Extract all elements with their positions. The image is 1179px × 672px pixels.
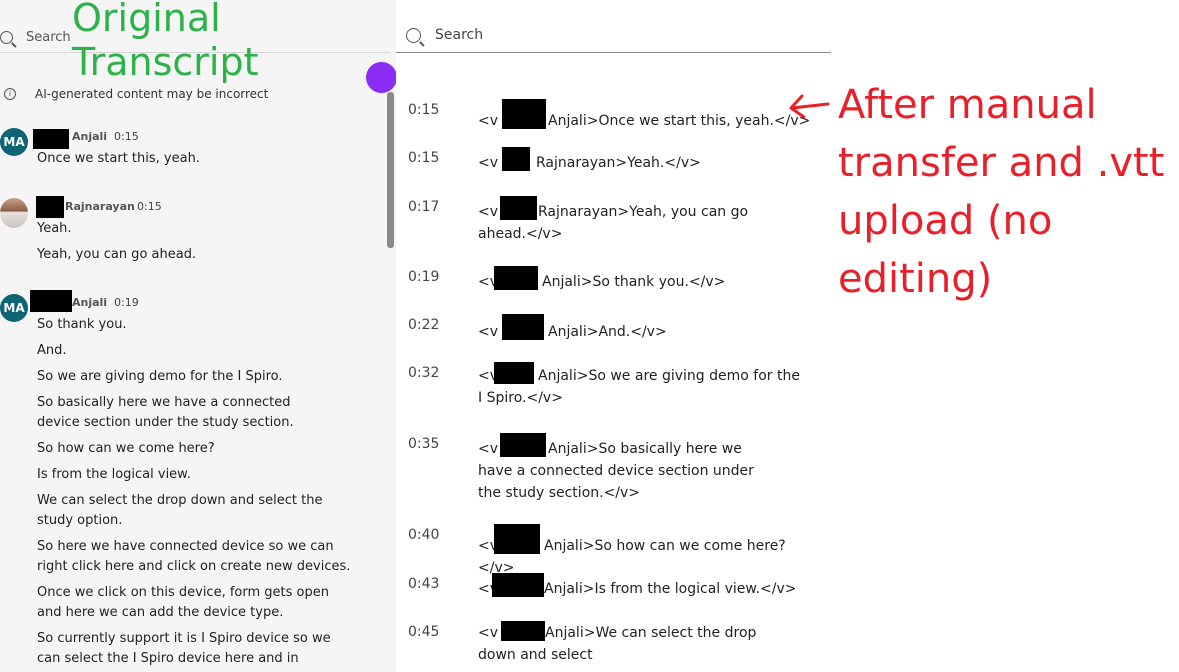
transcript-line: We can select the drop down and select t… bbox=[37, 493, 323, 528]
avatar: MA bbox=[0, 294, 28, 322]
redaction-box bbox=[494, 362, 535, 384]
transcript-line: So thank you. bbox=[37, 317, 127, 332]
transcript-line: Once we click on this device, form gets … bbox=[37, 585, 329, 620]
cue-time: 0:43 bbox=[408, 576, 440, 592]
transcript-line: Yeah, you can go ahead. bbox=[37, 247, 197, 262]
redaction-box bbox=[494, 524, 541, 554]
speaker-name: Rajnarayan bbox=[65, 200, 135, 213]
cue-prefix: <v bbox=[478, 113, 499, 129]
original-transcript-title: Original Transcript bbox=[72, 0, 259, 84]
cue-time: 0:32 bbox=[408, 365, 440, 381]
transcript-line: Yeah. bbox=[37, 221, 72, 236]
redaction-box bbox=[30, 290, 72, 312]
cue-text: <v Anjali>So we are giving demo for the I… bbox=[478, 362, 808, 409]
cue-body: Anjali>Once we start this, yeah.</v> bbox=[548, 113, 811, 129]
redaction-box bbox=[502, 147, 531, 171]
avatar: MA bbox=[0, 128, 28, 156]
cue-text: <v Rajnarayan>Yeah.</v> bbox=[478, 147, 818, 174]
redaction-box bbox=[500, 433, 547, 457]
cue-time: 0:35 bbox=[408, 436, 440, 452]
redaction-box bbox=[502, 314, 545, 340]
search-icon bbox=[0, 31, 13, 44]
after-upload-annotation: After manual transfer and .vtt upload (n… bbox=[838, 82, 1165, 302]
redaction-box bbox=[494, 266, 539, 290]
cue-time: 0:45 bbox=[408, 624, 440, 640]
transcript-line: Once we start this, yeah. bbox=[37, 151, 200, 166]
cue-text: <v Anjali>So how can we come here?</v> bbox=[478, 524, 818, 579]
cue-text: <v Anjali>We can select the drop down and… bbox=[478, 621, 798, 666]
cue-prefix: <v bbox=[478, 324, 499, 340]
transcript-line: Is from the logical view. bbox=[37, 467, 191, 482]
cue-body: Anjali>So thank you.</v> bbox=[542, 274, 726, 290]
original-transcript-panel: Search i AI-generated content may be inc… bbox=[0, 0, 396, 672]
cue-time: 0:22 bbox=[408, 317, 440, 333]
timestamp: 0:19 bbox=[114, 296, 139, 309]
transcript-line: So we are giving demo for the I Spiro. bbox=[37, 369, 283, 384]
cue-time: 0:19 bbox=[408, 269, 440, 285]
avatar bbox=[0, 198, 28, 228]
ai-notice-text: AI-generated content may be incorrect bbox=[35, 87, 269, 101]
transcript-line: And. bbox=[37, 343, 67, 358]
search-icon bbox=[406, 28, 421, 43]
right-search-bar[interactable]: Search bbox=[396, 22, 831, 53]
cue-time: 0:15 bbox=[408, 150, 440, 166]
cue-body: Anjali>And.</v> bbox=[548, 324, 667, 340]
transcript-line: So currently support it is I Spiro devic… bbox=[37, 631, 331, 672]
scrollbar[interactable] bbox=[387, 92, 394, 248]
redaction-box bbox=[36, 196, 64, 218]
redaction-box bbox=[501, 621, 546, 641]
cue-text: <v Anjali>Once we start this, yeah.</v> bbox=[478, 99, 818, 132]
cue-text: <v Anjali>And.</v> bbox=[478, 314, 818, 343]
cue-prefix: <v bbox=[478, 625, 499, 641]
redaction-box bbox=[502, 99, 547, 129]
transcript-line: So how can we come here? bbox=[37, 441, 215, 456]
cue-text: <v Rajnarayan>Yeah, you can go ahead.</v> bbox=[478, 196, 798, 245]
cue-prefix: <v bbox=[478, 155, 499, 171]
right-search-placeholder[interactable]: Search bbox=[435, 27, 483, 43]
redaction-box bbox=[492, 573, 545, 597]
timestamp: 0:15 bbox=[137, 200, 162, 213]
cue-time: 0:15 bbox=[408, 102, 440, 118]
transcript-line: So basically here we have a connected de… bbox=[37, 395, 294, 430]
info-icon: i bbox=[4, 88, 16, 100]
cue-text: <v Anjali>So thank you.</v> bbox=[478, 266, 818, 293]
left-search-placeholder[interactable]: Search bbox=[26, 30, 71, 45]
redaction-box bbox=[33, 129, 69, 149]
cue-text: <v Anjali>So basically here we have a con… bbox=[478, 433, 778, 504]
ai-notice: i AI-generated content may be incorrect bbox=[4, 87, 268, 101]
speaker-name: Anjali bbox=[72, 296, 108, 309]
cue-text: <v Anjali>Is from the logical view.</v> bbox=[478, 573, 818, 600]
timestamp: 0:15 bbox=[114, 130, 139, 143]
transcript-line: So here we have connected device so we c… bbox=[37, 539, 351, 574]
cue-time: 0:17 bbox=[408, 199, 440, 215]
speaker-name: Anjali bbox=[72, 130, 108, 143]
cue-body: Anjali>Is from the logical view.</v> bbox=[544, 581, 797, 597]
cue-prefix: <v bbox=[478, 204, 499, 220]
redaction-box bbox=[500, 196, 538, 220]
cue-time: 0:40 bbox=[408, 527, 440, 543]
arrow-left-icon bbox=[789, 94, 830, 119]
vtt-transcript-panel: Search 0:15 <v Anjali>Once we start this,… bbox=[396, 0, 831, 672]
cue-body: Rajnarayan>Yeah.</v> bbox=[536, 155, 701, 171]
cue-prefix: <v bbox=[478, 441, 499, 457]
